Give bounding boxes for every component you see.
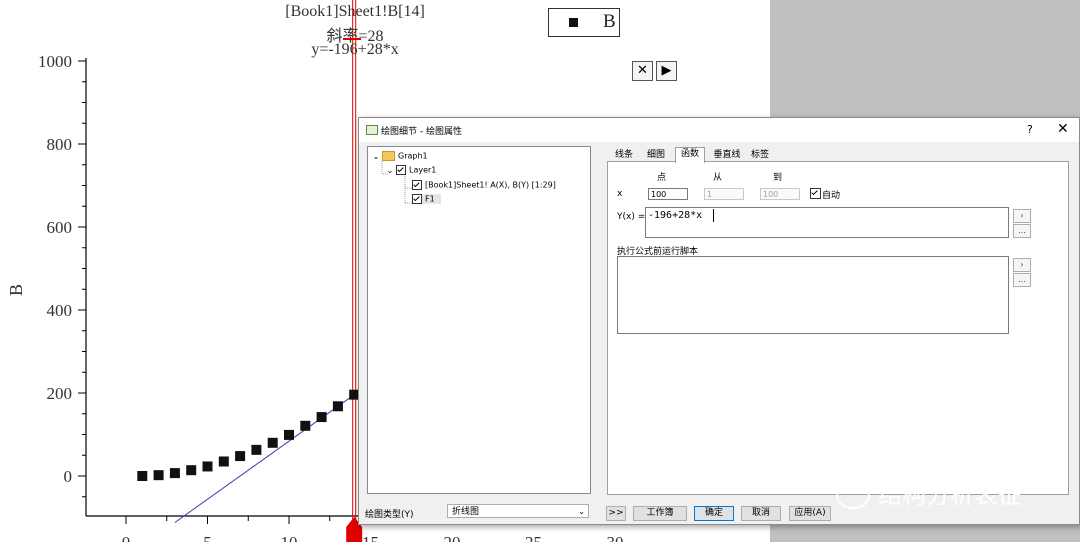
plot-type-select[interactable]: 折线图 ⌄ [447,504,589,518]
tab-function[interactable]: 函数 [675,147,705,163]
annotation-equation: y=-196+28*x [311,41,399,58]
data-point [235,451,246,462]
tab-drop-lines[interactable]: 细图 [643,149,669,162]
text-cursor [713,209,714,222]
data-point [137,471,148,481]
tree-item-plot[interactable]: [Book1]Sheet1! A(X), B(Y) [1:29] [412,180,556,190]
script-textarea[interactable] [617,256,1009,334]
y-tick-label: 200 [47,384,73,403]
data-point [169,468,180,479]
legend-symbol [569,18,578,27]
x-tick-label: 10 [281,533,298,542]
dialog-close-button[interactable]: ✕ [1057,121,1069,137]
plot-tree[interactable]: ⌄ Graph1 ⌄ Layer1 [Book1]Sheet1! A(X), B(Y… [367,146,591,494]
x-tick-label: 30 [607,533,624,542]
cancel-button[interactable]: 取消 [741,506,781,521]
formula-arrow-button[interactable]: › [1013,209,1031,223]
from-header: 从 [713,173,723,183]
y-tick-label: 600 [47,218,73,237]
legend-label: B [603,11,616,32]
tree-lines [381,161,412,204]
tab-vertical-line[interactable]: 垂直线 [711,149,743,162]
y-tick-label: 400 [47,301,73,320]
plot-type-label: 绘图类型(Y) [365,510,414,520]
points-header: 点 [657,173,667,183]
workbook-button[interactable]: 工作簿 [633,506,687,521]
chevron-down-icon: ⌄ [578,507,585,516]
to-input[interactable]: 100 [760,188,800,200]
to-header: 到 [773,173,783,183]
x-tick-label: 0 [122,533,131,542]
next-point-button[interactable]: ▶ [656,61,677,81]
x-label: x [617,189,623,199]
data-point [218,456,229,467]
ok-button[interactable]: 确定 [694,506,734,521]
x-tick-label: 5 [203,533,212,542]
data-point [332,401,343,412]
auto-checkbox[interactable] [810,188,821,199]
data-point [186,465,197,476]
slope-underline [343,38,361,40]
script-more-button[interactable]: … [1013,273,1031,287]
plot-details-dialog: 绘图细节 - 绘图属性 ? ✕ ⌄ Graph1 ⌄ Layer1 [Book1]S… [358,117,1080,525]
x-tick-label: 15 [362,533,379,542]
dialog-title: 绘图细节 - 绘图属性 [381,127,462,137]
formula-more-button[interactable]: … [1013,224,1031,238]
from-input[interactable]: 1 [704,188,744,200]
data-point [251,444,262,455]
data-point [267,437,278,448]
tab-line[interactable]: 线条 [611,149,637,162]
points-input[interactable]: 100 [648,188,688,200]
formula-text: -196+28*x [648,210,703,221]
plot-type-value: 折线图 [452,507,480,517]
data-point [300,420,311,431]
data-point [202,461,213,472]
tab-label[interactable]: 标签 [747,149,773,162]
x-tick-label: 20 [444,533,461,542]
expand-button[interactable]: >> [606,506,626,521]
x-tick-label: 25 [525,533,542,542]
legend[interactable]: B [548,8,620,37]
script-arrow-button[interactable]: › [1013,258,1031,272]
data-point [316,412,327,423]
data-point [153,470,164,481]
dialog-titlebar: 绘图细节 - 绘图属性 ? ✕ [359,118,1079,142]
y-tick-label: 0 [64,467,73,486]
tree-label: [Book1]Sheet1! A(X), B(Y) [1:29] [425,180,556,190]
window-icon [366,125,378,135]
wechat-icon [836,483,870,509]
formula-input[interactable]: -196+28*x [645,207,1009,238]
watermark: 结构分析表征 [836,475,1022,510]
apply-button[interactable]: 应用(A) [789,506,831,521]
close-cursor-button[interactable]: ✕ [632,61,653,81]
help-button[interactable]: ? [1027,123,1033,136]
y-tick-label: 1000 [38,52,72,71]
fit-line [174,394,355,523]
watermark-text: 结构分析表征 [878,481,1022,509]
annotation-source: [Book1]Sheet1!B[14] [285,3,425,20]
yx-label: Y(x) = [617,212,646,222]
y-tick-label: 800 [47,135,73,154]
data-point [284,429,294,440]
auto-label: 自动 [822,191,841,201]
y-axis-label: B [6,284,26,296]
